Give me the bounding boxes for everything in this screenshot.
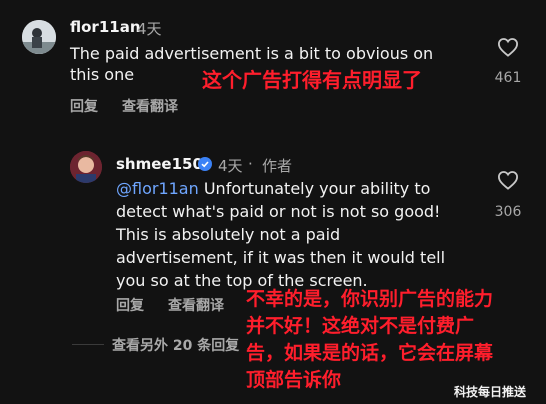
heart-icon[interactable] <box>497 170 519 190</box>
comment-username[interactable]: flor11an <box>70 18 141 36</box>
mention-link[interactable]: @flor11an <box>116 179 199 198</box>
comment-text-line: detect what's paid or not is not so good… <box>116 202 441 221</box>
like-count: 461 <box>494 70 522 86</box>
comment-time: 4天 <box>137 20 162 38</box>
comment-time: 4天 <box>218 157 243 175</box>
divider <box>72 344 104 345</box>
translate-button[interactable]: 查看翻译 <box>122 96 178 116</box>
reply-button[interactable]: 回复 <box>70 96 98 116</box>
comment-text-line: This is absolutely not a paid <box>116 225 341 244</box>
watermark: 科技每日推送 <box>454 385 527 399</box>
verified-badge-icon <box>198 156 212 175</box>
caption-overlay-line: 告，如果是的话，它会在屏幕 <box>246 342 494 364</box>
translate-button[interactable]: 查看翻译 <box>168 295 224 315</box>
view-more-replies-button[interactable]: 查看另外 20 条回复 <box>112 335 239 355</box>
comment-username[interactable]: shmee150 <box>116 155 203 173</box>
heart-icon[interactable] <box>497 37 519 57</box>
separator: · <box>248 155 253 173</box>
caption-overlay-line: 不幸的是，你识别广告的能力 <box>246 288 494 310</box>
avatar[interactable] <box>22 20 56 54</box>
reply-button[interactable]: 回复 <box>116 295 144 315</box>
comment-text-line: advertisement, if it was then it would t… <box>116 248 446 267</box>
caption-overlay: 这个广告打得有点明显了 <box>202 68 422 92</box>
caption-overlay-line: 并不好！这绝对不是付费广 <box>246 315 475 337</box>
comment-text-line: The paid advertisement is a bit to obvio… <box>70 44 434 63</box>
caption-overlay: 不幸的是，你识别广告的能力 并不好！这绝对不是付费广 告，如果是的话，它会在屏幕… <box>246 286 493 394</box>
like-count: 306 <box>494 204 522 220</box>
avatar[interactable] <box>70 151 102 183</box>
author-badge: 作者 <box>262 157 293 175</box>
comment-text-line: this one <box>70 65 135 84</box>
comment-text-line: @flor11an Unfortunately your ability to <box>116 179 431 198</box>
